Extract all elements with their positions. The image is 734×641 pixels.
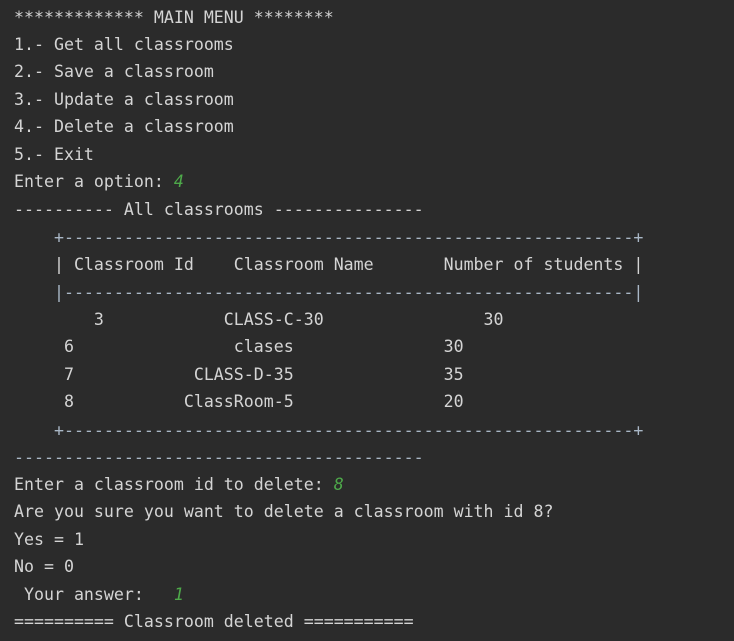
option-input: 4 (173, 172, 184, 191)
answer-input: 1 (173, 585, 184, 604)
option-yes: Yes = 1 (14, 530, 84, 549)
menu-item-get-all: 1.- Get all classrooms (14, 35, 234, 54)
listing-title: ---------- All classrooms --------------… (14, 200, 424, 219)
table-border-top: +---------------------------------------… (14, 228, 644, 247)
option-no: No = 0 (14, 557, 74, 576)
option-prompt: Enter a option: (14, 172, 174, 191)
table-border-bottom: +---------------------------------------… (14, 421, 644, 440)
menu-item-delete: 4.- Delete a classroom (14, 117, 234, 136)
table-row: 7 CLASS-D-35 35 (14, 365, 464, 384)
table-row: 8 ClassRoom-5 20 (14, 392, 464, 411)
listing-footer: ----------------------------------------… (14, 448, 424, 467)
confirm-question: Are you sure you want to delete a classr… (14, 502, 554, 521)
delete-prompt: Enter a classroom id to delete: (14, 475, 334, 494)
console-output: ************* MAIN MENU ******** 1.- Get… (0, 0, 734, 641)
menu-header: ************* MAIN MENU ******** (14, 8, 334, 27)
table-row: 3 CLASS-C-30 30 (14, 310, 504, 329)
option-prompt-line: Enter a option: 4 (14, 172, 184, 192)
result-message: ========== Classroom deleted =========== (14, 612, 414, 631)
table-row: 6 clases 30 (14, 337, 464, 356)
menu-item-update: 3.- Update a classroom (14, 90, 234, 109)
table-header-separator: |---------------------------------------… (14, 283, 644, 302)
answer-prompt: Your answer: (14, 585, 174, 604)
menu-item-exit: 5.- Exit (14, 145, 94, 164)
delete-prompt-line: Enter a classroom id to delete: 8 (14, 475, 344, 495)
table-header-row: | Classroom Id Classroom Name Number of … (14, 255, 644, 274)
delete-input: 8 (333, 475, 344, 494)
menu-item-save: 2.- Save a classroom (14, 62, 214, 81)
answer-prompt-line: Your answer: 1 (14, 585, 184, 605)
